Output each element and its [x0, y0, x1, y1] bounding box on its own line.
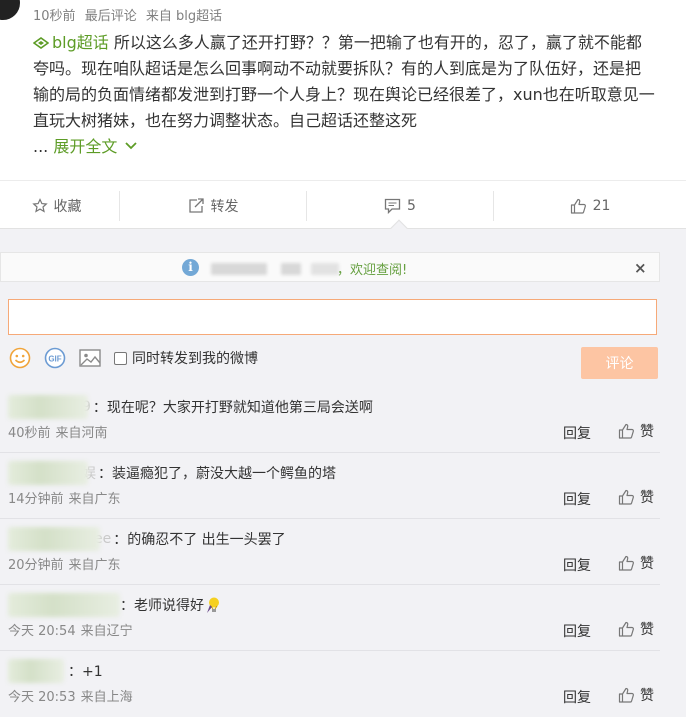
like-label: 赞 — [640, 556, 654, 572]
comment-meta: 今天 20:54 来自辽宁 — [8, 620, 138, 639]
action-bar: 收藏 转发 5 21 — [0, 180, 686, 230]
commenter-name[interactable] — [8, 395, 88, 419]
comment-text: ：老师说得好 — [120, 598, 204, 614]
favorite-button[interactable]: 收藏 — [0, 189, 119, 223]
expand-label: 展开全文 — [53, 137, 118, 156]
comment-time: 14分钟前 — [8, 492, 64, 507]
thumbs-up-icon — [618, 489, 634, 505]
comment-location: 来自上海 — [80, 690, 133, 705]
thumbs-up-icon — [618, 555, 634, 571]
thumbs-up-icon — [570, 198, 586, 214]
gif-icon[interactable]: GIF — [44, 347, 66, 369]
comment-item: ：+1 今天 20:53 来自上海 回复 赞 — [0, 651, 660, 717]
reply-link[interactable]: 回复 — [563, 555, 591, 575]
like-label: 赞 — [640, 622, 654, 638]
thumbs-up-icon — [618, 423, 634, 439]
commenter-name[interactable] — [8, 527, 100, 551]
comment-text: ：的确忍不了 出生一头罢了 — [113, 532, 286, 548]
comment-text: ：装逼瘾犯了，蔚没大越一个鳄鱼的塔 — [98, 466, 336, 482]
comment-item: 娱 ：装逼瘾犯了，蔚没大越一个鳄鱼的塔 14分钟前 来自广东 回复 赞 — [0, 453, 660, 519]
reply-link[interactable]: 回复 — [563, 489, 591, 509]
notice-text: ，欢迎查阅! — [337, 263, 408, 278]
reply-link[interactable]: 回复 — [563, 423, 591, 443]
comment-time: 20分钟前 — [8, 558, 64, 573]
comment-meta: 今天 20:53 来自上海 — [8, 686, 138, 705]
latest-comment-label: 最后评论 — [84, 9, 137, 24]
post-time[interactable]: 10秒前 — [33, 9, 76, 24]
post-source[interactable]: 来自 blg超话 — [146, 9, 222, 24]
comment-meta: 14分钟前 来自广东 — [8, 488, 126, 507]
reply-link[interactable]: 回复 — [563, 621, 591, 641]
post-body: blg超话 所以这么多人赢了还开打野？？第一把输了也有开的，忍了，赢了就不能都夸… — [33, 30, 655, 160]
sync-to-weibo-checkbox[interactable]: 同时转发到我的微博 — [114, 348, 258, 368]
topic-link[interactable]: blg超话 — [33, 33, 114, 52]
chevron-down-icon — [125, 142, 138, 150]
post-content: 所以这么多人赢了还开打野？？第一把输了也有开的，忍了，赢了就不能都夸吗。现在咱队… — [33, 33, 655, 130]
topic-label: blg超话 — [52, 33, 109, 52]
comment-line: 9 ：现在呢？大家开打野就知道他第三局会送啊 — [8, 395, 373, 419]
post-meta: 10秒前 最后评论 来自 blg超话 — [33, 5, 227, 24]
thumbs-up-icon — [618, 621, 634, 637]
comment-panel: i ，欢迎查阅! × GIF 同时转发到我的微博 评论 9 ：现在呢？大家开打野 — [0, 219, 686, 717]
comment-item: ：老师说得好 今天 20:54 来自辽宁 回复 赞 — [0, 585, 660, 651]
comment-item: 9 ：现在呢？大家开打野就知道他第三局会送啊 40秒前来自河南 回复 赞 — [0, 387, 660, 453]
comment-icon — [384, 198, 401, 214]
comment-like-button[interactable]: 赞 — [618, 421, 654, 441]
comment-line: ：+1 — [8, 659, 103, 683]
comment-location: 来自辽宁 — [80, 624, 133, 639]
comment-line: ee ：的确忍不了 出生一头罢了 — [8, 527, 286, 551]
close-icon[interactable]: × — [634, 259, 647, 277]
expand-full-text-link[interactable]: 展开全文 — [53, 137, 138, 156]
lightbulb-emoji-icon — [207, 597, 219, 613]
notice-bar: i ，欢迎查阅! × — [0, 252, 660, 282]
svg-text:GIF: GIF — [48, 355, 61, 364]
comment-line: ：老师说得好 — [8, 593, 222, 617]
sync-label: 同时转发到我的微博 — [132, 351, 258, 367]
info-icon: i — [182, 259, 199, 276]
checkbox-box[interactable] — [114, 351, 127, 365]
avatar[interactable] — [0, 0, 20, 20]
like-label: 赞 — [640, 688, 654, 704]
super-topic-icon — [33, 37, 49, 49]
comment-location: 来自广东 — [68, 558, 121, 573]
share-icon — [188, 198, 204, 213]
comment-like-button[interactable]: 赞 — [618, 553, 654, 573]
emoji-icon[interactable] — [9, 347, 31, 369]
composer-tools: GIF 同时转发到我的微博 — [9, 346, 258, 370]
comment-like-button[interactable]: 赞 — [618, 487, 654, 507]
reply-link[interactable]: 回复 — [563, 687, 591, 707]
favorite-label: 收藏 — [53, 199, 82, 215]
comment-item: ee ：的确忍不了 出生一头罢了 20分钟前 来自广东 回复 赞 — [0, 519, 660, 585]
comment-text: ：+1 — [68, 664, 103, 680]
notice-blurred-name — [211, 261, 340, 276]
comment-line: 娱 ：装逼瘾犯了，蔚没大越一个鳄鱼的塔 — [8, 461, 336, 485]
ellipsis: ... — [33, 137, 49, 156]
comment-time: 今天 20:53 — [8, 690, 76, 705]
forward-label: 转发 — [210, 199, 239, 215]
commenter-name[interactable] — [8, 659, 64, 683]
star-icon — [31, 198, 48, 213]
submit-comment-button[interactable]: 评论 — [581, 347, 658, 379]
comment-meta: 20分钟前 来自广东 — [8, 554, 126, 573]
like-label: 赞 — [640, 490, 654, 506]
comment-location: 来自河南 — [55, 426, 108, 441]
comment-count: 5 — [407, 198, 416, 214]
like-count: 21 — [592, 198, 611, 214]
comment-input[interactable] — [8, 299, 657, 335]
comment-meta: 40秒前 来自河南 — [8, 422, 113, 441]
comment-location: 来自广东 — [68, 492, 121, 507]
comment-like-button[interactable]: 赞 — [618, 619, 654, 639]
like-button[interactable]: 21 — [494, 189, 686, 223]
like-label: 赞 — [640, 424, 654, 440]
comment-time: 今天 20:54 — [8, 624, 76, 639]
comment-button[interactable]: 5 — [307, 189, 493, 223]
thumbs-up-icon — [618, 687, 634, 703]
image-icon[interactable] — [79, 347, 101, 369]
comment-text: ：现在呢？大家开打野就知道他第三局会送啊 — [92, 400, 373, 416]
comment-time: 40秒前 — [8, 426, 51, 441]
commenter-name[interactable] — [8, 593, 120, 617]
comment-like-button[interactable]: 赞 — [618, 685, 654, 705]
forward-button[interactable]: 转发 — [120, 189, 306, 223]
commenter-name[interactable] — [8, 461, 88, 485]
